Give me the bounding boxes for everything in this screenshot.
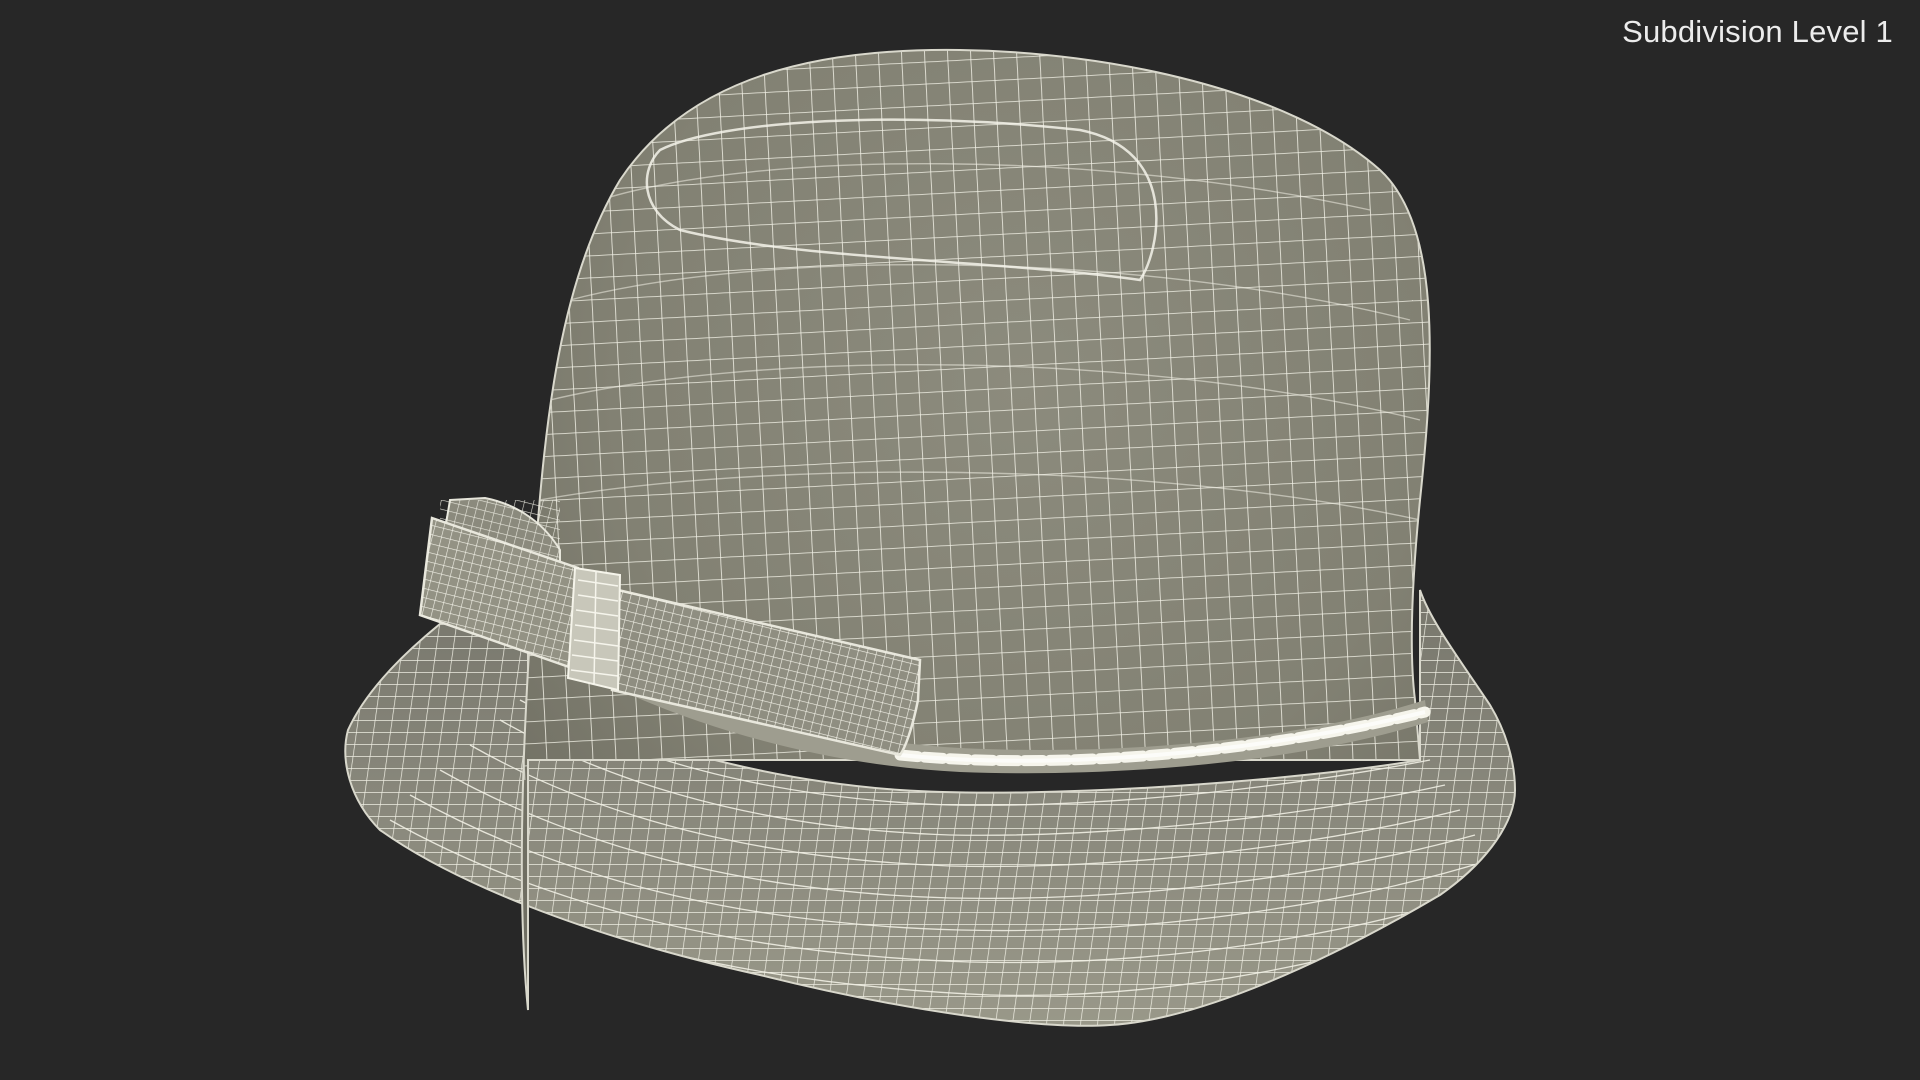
3d-viewport[interactable]: Subdivision Level 1 [0,0,1920,1080]
hat-render [344,48,1517,1027]
subdivision-level-label: Subdivision Level 1 [1622,14,1893,49]
